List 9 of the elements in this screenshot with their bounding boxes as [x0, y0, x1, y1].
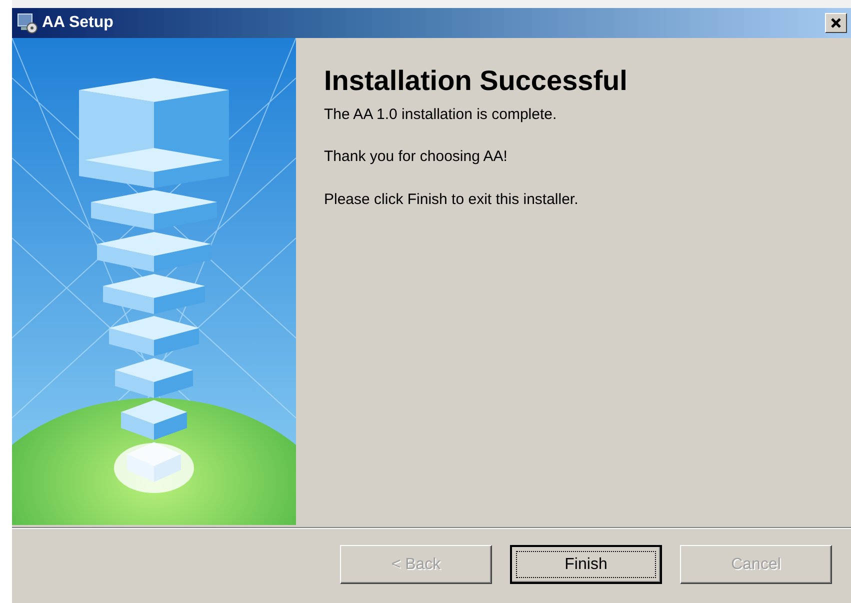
body-text: Please click Finish to exit this installer. [324, 190, 580, 210]
setup-computer-icon [16, 12, 38, 34]
close-button[interactable] [825, 13, 847, 33]
body-text: Thank you for choosing AA! [324, 147, 508, 168]
close-icon [830, 17, 842, 30]
dialog-button[interactable]: Finish [510, 545, 662, 584]
window-title: AA Setup [42, 13, 114, 33]
body-text: The AA 1.0 installation is complete. [324, 104, 558, 125]
page-heading: Installation Successful [324, 64, 628, 98]
